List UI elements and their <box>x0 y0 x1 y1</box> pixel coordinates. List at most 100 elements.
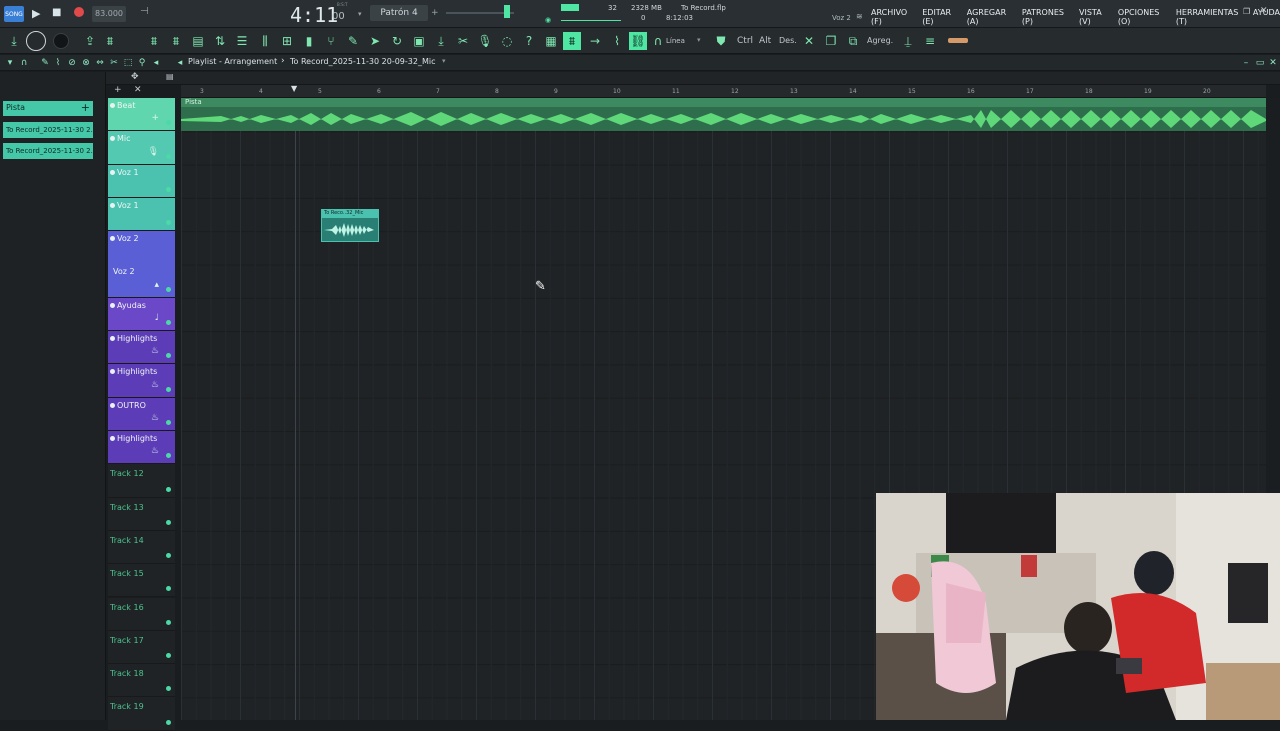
track-header[interactable]: Voz 1 <box>108 197 175 232</box>
track-header[interactable]: Track 17 <box>108 630 175 665</box>
slip-tool-icon[interactable]: ⇔ <box>94 57 106 69</box>
stop-icon[interactable]: ■ <box>52 7 61 18</box>
track-grid-icon[interactable]: ▤ <box>166 72 174 81</box>
track-header[interactable]: Track 19 <box>108 697 175 731</box>
paint-tool-icon[interactable]: ⌇ <box>52 57 64 69</box>
track-mute-icon[interactable] <box>110 169 115 175</box>
fire-icon[interactable]: ♨ <box>151 413 159 423</box>
timeline-ruler[interactable]: 3 4 5 6 7 8 9 10 11 12 13 14 15 16 17 18 19 20 <box>181 85 1266 98</box>
track-add-icon[interactable]: + <box>114 85 122 95</box>
list-icon[interactable]: ≡ <box>922 33 938 49</box>
pattern-dropdown-arrow-icon[interactable]: ▾ <box>442 57 446 65</box>
track-mute-icon[interactable] <box>110 103 115 108</box>
track-mute-icon[interactable] <box>110 302 115 308</box>
snap-dropdown-arrow-icon[interactable]: ▾ <box>697 36 701 44</box>
mixer-faders-icon[interactable]: ⫼ <box>257 33 273 49</box>
picker-add-icon[interactable]: + <box>81 101 90 114</box>
add-pattern-icon[interactable]: + <box>431 8 439 18</box>
magnet-snap-icon[interactable]: ∩ <box>18 57 30 69</box>
grid-view-icon[interactable]: ▦ <box>543 33 559 49</box>
track-select-led[interactable] <box>166 320 171 326</box>
track-name[interactable]: Track 14 <box>110 536 144 545</box>
track-header[interactable]: Track 13 <box>108 497 175 531</box>
alt-button[interactable]: Alt <box>759 36 771 46</box>
track-header[interactable]: Track 15 <box>108 564 175 598</box>
track-select-led[interactable] <box>166 453 171 459</box>
track-select-led[interactable] <box>166 186 171 192</box>
playlist-pattern-name[interactable]: To Record_2025-11-30 20-09-32_Mic <box>290 57 435 66</box>
fire-icon[interactable]: ♨ <box>151 346 159 356</box>
track-select-led[interactable] <box>166 153 171 159</box>
track-mute-icon[interactable] <box>110 202 115 208</box>
track-name[interactable]: Track 16 <box>110 603 144 612</box>
track-close-icon[interactable]: ✕ <box>134 85 142 95</box>
plus-icon[interactable]: + <box>151 113 159 123</box>
track-mute-icon[interactable] <box>110 436 115 441</box>
picker-header[interactable]: Pista + <box>3 101 93 116</box>
track-name[interactable]: Beat <box>117 101 135 110</box>
snap-dropdown[interactable]: Línea <box>666 37 685 45</box>
track-name[interactable]: Track 13 <box>110 503 144 512</box>
track-name[interactable]: Voz 1 <box>117 201 139 210</box>
mute-tool-icon[interactable]: ⊗ <box>80 57 92 69</box>
menu-item[interactable]: HERRAMIENTAS (T) <box>1176 8 1250 26</box>
track-select-led[interactable] <box>166 553 171 559</box>
playlist-minimize-icon[interactable]: – <box>1240 57 1252 69</box>
view-mixer-icon[interactable]: ⩩ <box>168 33 184 49</box>
playlist-menu-icon[interactable]: ◂ <box>174 57 186 69</box>
menu-item[interactable]: AGREGAR (A) <box>967 8 1019 26</box>
mic-icon[interactable]: 🎙 <box>148 147 159 157</box>
snap-icon[interactable]: ⇪ <box>82 33 98 49</box>
track-header[interactable]: Track 18 <box>108 664 175 698</box>
track-name[interactable]: Track 18 <box>110 669 144 678</box>
slice-tool-icon[interactable]: ✂ <box>108 57 120 69</box>
fire-icon[interactable]: ♨ <box>151 380 159 390</box>
track-select-led[interactable] <box>166 386 171 392</box>
track-mute-icon[interactable] <box>110 236 115 242</box>
pitch-icon[interactable]: ◉ <box>545 16 551 24</box>
copy-icon[interactable]: ❐ <box>823 33 839 49</box>
track-select-led[interactable] <box>166 419 171 425</box>
close-icon[interactable]: ✕ <box>1260 6 1268 16</box>
delete-tool-icon[interactable]: ⊘ <box>66 57 78 69</box>
pattern-selector[interactable]: Patrón 4 <box>370 5 428 21</box>
track-header[interactable]: Highlights ♨ <box>108 364 175 398</box>
beat-audio-clip[interactable]: Pista <box>181 98 1266 131</box>
track-nav-icon[interactable]: ✥ <box>131 72 139 82</box>
track-select-led[interactable] <box>166 586 171 592</box>
track-header[interactable]: Track 16 <box>108 597 175 631</box>
track-select-led[interactable] <box>166 653 171 659</box>
playlist-maximize-icon[interactable]: ▭ <box>1254 57 1266 69</box>
track-header[interactable]: Track 12 <box>108 464 175 498</box>
collapse-icon[interactable]: ▾ <box>4 57 16 69</box>
track-header[interactable]: Ayudas ♩ <box>108 297 175 332</box>
knob-icon[interactable] <box>53 33 69 49</box>
chevron-icon[interactable]: ▴ <box>154 280 159 290</box>
add-button[interactable]: Agreg. <box>867 36 893 45</box>
link-icon[interactable]: ⛓ <box>629 32 647 50</box>
menu-item[interactable]: OPCIONES (O) <box>1118 8 1173 26</box>
track-mute-icon[interactable] <box>110 136 115 142</box>
track-name[interactable]: Track 19 <box>110 702 144 711</box>
playlist-close-icon[interactable]: ✕ <box>1267 57 1279 69</box>
color-swatch[interactable] <box>948 38 968 43</box>
track-name[interactable]: Track 17 <box>110 636 144 645</box>
menu-item[interactable]: VISTA (V) <box>1079 8 1115 26</box>
time-format-arrow-icon[interactable]: ▾ <box>358 10 362 18</box>
tempo-display[interactable]: 83.000 <box>92 6 126 22</box>
play-icon[interactable]: ▶ <box>32 7 40 20</box>
view-channel-rack-icon[interactable]: ▤ <box>190 33 206 49</box>
view-playlist-icon[interactable]: ⩩ <box>102 33 118 49</box>
track-header[interactable]: Beat + <box>108 98 175 132</box>
menu-item[interactable]: ARCHIVO (F) <box>871 8 919 26</box>
track-select-led[interactable] <box>166 353 171 359</box>
track-name[interactable]: Highlights <box>117 334 157 343</box>
menu-item[interactable]: EDITAR (E) <box>922 8 964 26</box>
track-mute-icon[interactable] <box>110 402 115 408</box>
export-icon[interactable]: ⤓ <box>433 33 449 49</box>
track-name[interactable]: Track 12 <box>110 469 144 478</box>
view-piano-roll-icon[interactable]: ⩩ <box>146 33 162 49</box>
view-plugin-icon[interactable]: ☰ <box>234 33 250 49</box>
track-name[interactable]: Voz 2 <box>117 234 139 243</box>
track-name[interactable]: Track 15 <box>110 569 144 578</box>
